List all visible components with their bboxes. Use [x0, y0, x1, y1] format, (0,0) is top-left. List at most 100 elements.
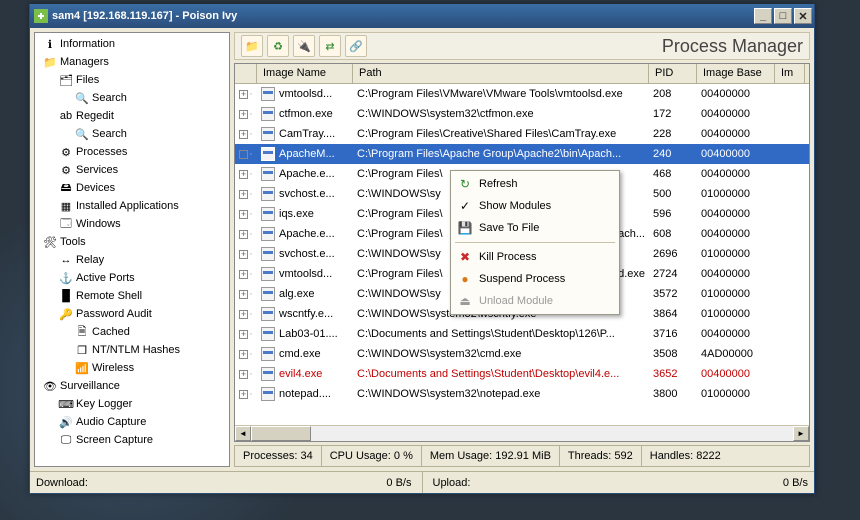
row-expander[interactable]: +·	[235, 108, 257, 120]
cell-image-name: CamTray....	[257, 127, 353, 141]
menu-item-show-modules[interactable]: ✓Show Modules	[453, 195, 617, 217]
tree-item-processes[interactable]: ⚙Processes	[35, 143, 229, 161]
column-expander[interactable]	[235, 64, 257, 83]
tree-item-information[interactable]: ℹInformation	[35, 35, 229, 53]
cell-image-base: 01000000	[697, 388, 775, 400]
process-icon	[261, 147, 275, 161]
tree-item-label: Search	[92, 128, 127, 140]
cell-image-name: iqs.exe	[257, 207, 353, 221]
cell-pid: 3716	[649, 328, 697, 340]
column-header-path[interactable]: Path	[353, 64, 649, 83]
tree-item-remote-shell[interactable]: ▐▌Remote Shell	[35, 287, 229, 305]
tree-item-wireless[interactable]: 📶Wireless	[35, 359, 229, 377]
row-expander[interactable]: +·	[235, 188, 257, 200]
process-row[interactable]: +·notepad....C:\WINDOWS\system32\notepad…	[235, 384, 809, 404]
process-list: Image NamePathPIDImage BaseIm +·vmtoolsd…	[234, 63, 810, 442]
tree-item-files[interactable]: 🗂Files	[35, 71, 229, 89]
tree-item-screen-capture[interactable]: 🖵Screen Capture	[35, 431, 229, 449]
menu-item-kill-process[interactable]: ✖Kill Process	[453, 246, 617, 268]
close-button[interactable]: ✕	[794, 8, 812, 24]
eye-icon: 👁	[43, 379, 57, 393]
process-icon	[261, 327, 275, 341]
toolbar-swap-button[interactable]: ⇄	[319, 35, 341, 57]
tree-item-devices[interactable]: 🖴Devices	[35, 179, 229, 197]
process-row[interactable]: +·evil4.exeC:\Documents and Settings\Stu…	[235, 364, 809, 384]
scroll-right-button[interactable]: ►	[793, 426, 809, 441]
row-expander[interactable]: +·	[235, 88, 257, 100]
tree-item-password-audit[interactable]: 🔑Password Audit	[35, 305, 229, 323]
toolbar-refresh-button[interactable]: ♻	[267, 35, 289, 57]
cell-image-base: 00400000	[697, 168, 775, 180]
process-icon	[261, 127, 275, 141]
column-header-image-name[interactable]: Image Name	[257, 64, 353, 83]
hash-icon: ❐	[75, 343, 89, 357]
tree-item-installed-applications[interactable]: ▦Installed Applications	[35, 197, 229, 215]
toolbar-folder-button[interactable]: 📁	[241, 35, 263, 57]
row-expander[interactable]: +·	[235, 308, 257, 320]
panel-title: Process Manager	[662, 36, 803, 57]
toolbar-link-button[interactable]: 🔗	[345, 35, 367, 57]
process-icon	[261, 367, 275, 381]
scroll-left-button[interactable]: ◄	[235, 426, 251, 441]
scroll-track[interactable]	[251, 426, 793, 441]
process-row[interactable]: +·vmtoolsd...C:\Program Files\VMware\VMw…	[235, 84, 809, 104]
column-header-im[interactable]: Im	[775, 64, 805, 83]
tree-item-key-logger[interactable]: ⌨Key Logger	[35, 395, 229, 413]
row-expander[interactable]: +·	[235, 148, 257, 160]
row-expander[interactable]: +·	[235, 248, 257, 260]
row-expander[interactable]: +·	[235, 268, 257, 280]
menu-item-suspend-process[interactable]: ●Suspend Process	[453, 268, 617, 290]
gear-icon: ⚙	[59, 145, 73, 159]
row-expander[interactable]: +·	[235, 168, 257, 180]
column-header-pid[interactable]: PID	[649, 64, 697, 83]
row-expander[interactable]: +·	[235, 328, 257, 340]
cell-path: C:\Program Files\Creative\Shared Files\C…	[353, 128, 649, 140]
row-expander[interactable]: +·	[235, 348, 257, 360]
nav-tree[interactable]: ℹInformation📁Managers🗂Files🔍SearchabRege…	[34, 32, 230, 467]
process-row[interactable]: +·CamTray....C:\Program Files\Creative\S…	[235, 124, 809, 144]
cell-path: C:\WINDOWS\system32\notepad.exe	[353, 388, 649, 400]
minimize-button[interactable]: _	[754, 8, 772, 24]
horizontal-scrollbar[interactable]: ◄ ►	[235, 425, 809, 441]
status-bar: Processes: 34 CPU Usage: 0 % Mem Usage: …	[234, 445, 810, 467]
tree-item-label: Installed Applications	[76, 200, 179, 212]
titlebar[interactable]: sam4 [192.168.119.167] - Poison Ivy _ □ …	[30, 4, 814, 28]
row-expander[interactable]: +·	[235, 288, 257, 300]
cell-image-name: cmd.exe	[257, 347, 353, 361]
tree-item-managers[interactable]: 📁Managers	[35, 53, 229, 71]
info-icon: ℹ	[43, 37, 57, 51]
maximize-button[interactable]: □	[774, 8, 792, 24]
cell-pid: 2724	[649, 268, 697, 280]
tree-item-cached[interactable]: 🗎Cached	[35, 323, 229, 341]
row-expander[interactable]: +·	[235, 368, 257, 380]
scroll-thumb[interactable]	[251, 426, 311, 441]
tree-item-search[interactable]: 🔍Search	[35, 125, 229, 143]
toolbar-plug-button[interactable]: 🔌	[293, 35, 315, 57]
link-icon: 🔗	[349, 40, 363, 53]
column-header-image-base[interactable]: Image Base	[697, 64, 775, 83]
process-row[interactable]: +·ctfmon.exeC:\WINDOWS\system32\ctfmon.e…	[235, 104, 809, 124]
tree-item-regedit[interactable]: abRegedit	[35, 107, 229, 125]
row-expander[interactable]: +·	[235, 128, 257, 140]
tree-item-relay[interactable]: ↔Relay	[35, 251, 229, 269]
tree-item-nt-ntlm-hashes[interactable]: ❐NT/NTLM Hashes	[35, 341, 229, 359]
tree-item-services[interactable]: ⚙Services	[35, 161, 229, 179]
tree-item-surveillance[interactable]: 👁Surveillance	[35, 377, 229, 395]
menu-item-refresh[interactable]: ↻Refresh	[453, 173, 617, 195]
process-row[interactable]: +·ApacheM...C:\Program Files\Apache Grou…	[235, 144, 809, 164]
tree-item-tools[interactable]: 🛠Tools	[35, 233, 229, 251]
tree-item-windows[interactable]: 🗔Windows	[35, 215, 229, 233]
process-row[interactable]: +·Lab03-01....C:\Documents and Settings\…	[235, 324, 809, 344]
row-expander[interactable]: +·	[235, 228, 257, 240]
row-expander[interactable]: +·	[235, 208, 257, 220]
column-headers[interactable]: Image NamePathPIDImage BaseIm	[235, 64, 809, 84]
menu-item-save-to-file[interactable]: 💾Save To File	[453, 217, 617, 239]
row-expander[interactable]: +·	[235, 388, 257, 400]
tree-item-active-ports[interactable]: ⚓Active Ports	[35, 269, 229, 287]
cell-image-base: 00400000	[697, 108, 775, 120]
process-row[interactable]: +·cmd.exeC:\WINDOWS\system32\cmd.exe3508…	[235, 344, 809, 364]
wifi-icon: 📶	[75, 361, 89, 375]
process-icon	[261, 207, 275, 221]
tree-item-audio-capture[interactable]: 🔊Audio Capture	[35, 413, 229, 431]
tree-item-search[interactable]: 🔍Search	[35, 89, 229, 107]
